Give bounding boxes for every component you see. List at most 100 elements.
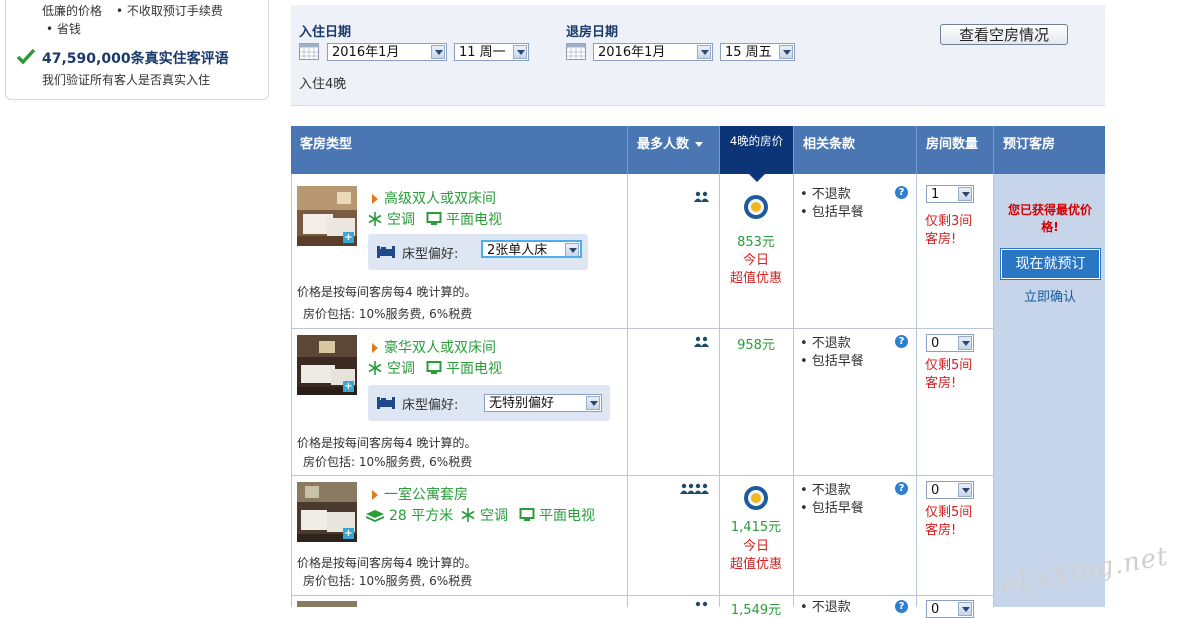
help-icon[interactable]: ? (895, 186, 908, 199)
checkmark-icon (16, 48, 36, 65)
rooms-left-warning: 仅剩5间 (925, 505, 973, 520)
room-price: 958元 (737, 338, 775, 353)
condition-breakfast: • 包括早餐 (800, 501, 864, 516)
grid-line (627, 174, 628, 607)
price-includes-note: 房价包括: 10%服务费, 6%税费 (303, 574, 473, 588)
condition-non-refundable: • 不退款 (800, 187, 851, 202)
room-name-link[interactable]: 高级双人或双床间 (372, 188, 496, 208)
header-room-type: 客房类型 (291, 126, 628, 174)
header-price[interactable]: 4晚的房价 (720, 126, 794, 182)
row-divider (291, 595, 994, 596)
low-price-text: 低廉的价格 (42, 4, 103, 18)
price-basis-note: 价格是按每间客房每4 晚计算的。 (297, 285, 477, 299)
room-quantity-select[interactable]: 0 (926, 334, 974, 352)
tv-icon (426, 361, 442, 374)
air-conditioning-amenity: 空调 (460, 505, 508, 525)
grid-line (916, 174, 917, 607)
rooms-left-warning: 客房! (925, 523, 957, 538)
checkout-month-select[interactable]: 2016年1月 (593, 43, 713, 61)
checkout-label: 退房日期 (566, 25, 619, 40)
bed-icon (377, 397, 395, 409)
bed-preference-label: 床型偏好: (402, 398, 459, 413)
room-name-link[interactable]: 一室公寓套房 (372, 484, 468, 504)
calendar-icon[interactable] (566, 43, 586, 60)
book-now-button[interactable]: 现在就预订 (1001, 249, 1100, 279)
help-icon[interactable]: ? (895, 335, 908, 348)
room-price: 1,415元 (730, 520, 782, 535)
header-conditions: 相关条款 (794, 126, 917, 174)
four-people-icon (680, 483, 709, 494)
verify-note: 我们验证所有客人是否真实入住 (42, 73, 211, 87)
condition-non-refundable: • 不退款 (800, 483, 851, 498)
chevron-down-icon (513, 45, 527, 59)
room-size-icon (366, 510, 384, 522)
chevron-down-icon (431, 45, 445, 59)
room-price: 1,549元 (730, 603, 782, 618)
price-basis-note: 价格是按每间客房每4 晚计算的。 (297, 436, 477, 450)
help-icon[interactable]: ? (895, 482, 908, 495)
two-people-icon (695, 601, 708, 607)
rooms-left-warning: 客房! (925, 376, 957, 391)
condition-non-refundable: • 不退款 (800, 336, 851, 351)
tv-icon (519, 508, 535, 521)
chevron-down-icon (565, 243, 579, 256)
deal-badge-icon (744, 195, 768, 219)
expand-photo-icon[interactable]: + (343, 381, 354, 392)
flat-tv-amenity: 平面电视 (426, 358, 502, 378)
chevron-down-icon (958, 483, 972, 497)
room-quantity-select[interactable]: 0 (926, 600, 974, 618)
bed-preference-box: 床型偏好: 2张单人床 (368, 234, 588, 270)
grid-line (993, 174, 994, 607)
checkout-day-select[interactable]: 15 周五 (720, 43, 795, 61)
check-availability-button[interactable]: 查看空房情况 (940, 24, 1068, 45)
flat-tv-amenity: 平面电视 (426, 209, 502, 229)
tv-icon (426, 212, 442, 225)
nights-count: 入住4晚 (299, 77, 347, 92)
deal-label: 超值优惠 (729, 557, 782, 572)
no-booking-fee-text: • 不收取预订手续费 (116, 4, 223, 18)
two-people-icon (694, 336, 709, 347)
air-conditioning-amenity: 空调 (367, 209, 415, 229)
price-includes-note: 房价包括: 10%服务费, 6%税费 (303, 455, 473, 469)
room-photo[interactable] (297, 601, 357, 607)
chevron-down-icon (958, 602, 972, 616)
checkin-label: 入住日期 (299, 25, 352, 40)
checkin-day-select[interactable]: 11 周一 (454, 43, 529, 61)
rooms-left-warning: 仅剩3间 (925, 214, 973, 229)
expand-photo-icon[interactable]: + (343, 232, 354, 243)
bed-preference-label: 床型偏好: (402, 247, 459, 262)
deal-label: 超值优惠 (729, 271, 782, 286)
grid-line (793, 174, 794, 607)
condition-breakfast: • 包括早餐 (800, 205, 864, 220)
chevron-down-icon (779, 45, 793, 59)
rooms-left-warning: 客房! (925, 232, 957, 247)
air-conditioning-amenity: 空调 (367, 358, 415, 378)
booking-column (994, 174, 1105, 607)
room-price: 853元 (737, 235, 775, 250)
two-people-icon (694, 191, 709, 202)
bed-icon (377, 246, 395, 258)
deal-label: 今日 (742, 539, 769, 554)
deal-badge-icon (744, 486, 768, 510)
chevron-down-icon (697, 45, 711, 59)
condition-breakfast: • 包括早餐 (800, 354, 864, 369)
bed-preference-select[interactable]: 2张单人床 (481, 240, 582, 258)
snowflake-icon (461, 508, 475, 522)
chevron-down-icon (958, 187, 972, 201)
bed-preference-select[interactable]: 无特别偏好 (484, 394, 602, 412)
expand-photo-icon[interactable]: + (343, 528, 354, 539)
snowflake-icon (368, 361, 382, 375)
room-quantity-select[interactable]: 0 (926, 481, 974, 499)
room-name-link[interactable]: 豪华双人或双床间 (372, 337, 496, 357)
sort-down-icon (695, 142, 704, 147)
calendar-icon[interactable] (299, 43, 319, 60)
room-quantity-select[interactable]: 1 (926, 185, 974, 203)
header-max-people[interactable]: 最多人数 (628, 126, 720, 174)
checkin-month-select[interactable]: 2016年1月 (327, 43, 447, 61)
grid-line (291, 174, 292, 607)
condition-non-refundable: • 不退款 (800, 600, 851, 615)
save-money-text: • 省钱 (46, 22, 81, 36)
header-book: 预订客房 (1003, 137, 1056, 152)
review-count: 47,590,000条真实住客评语 (42, 51, 229, 67)
row-divider (291, 328, 994, 329)
